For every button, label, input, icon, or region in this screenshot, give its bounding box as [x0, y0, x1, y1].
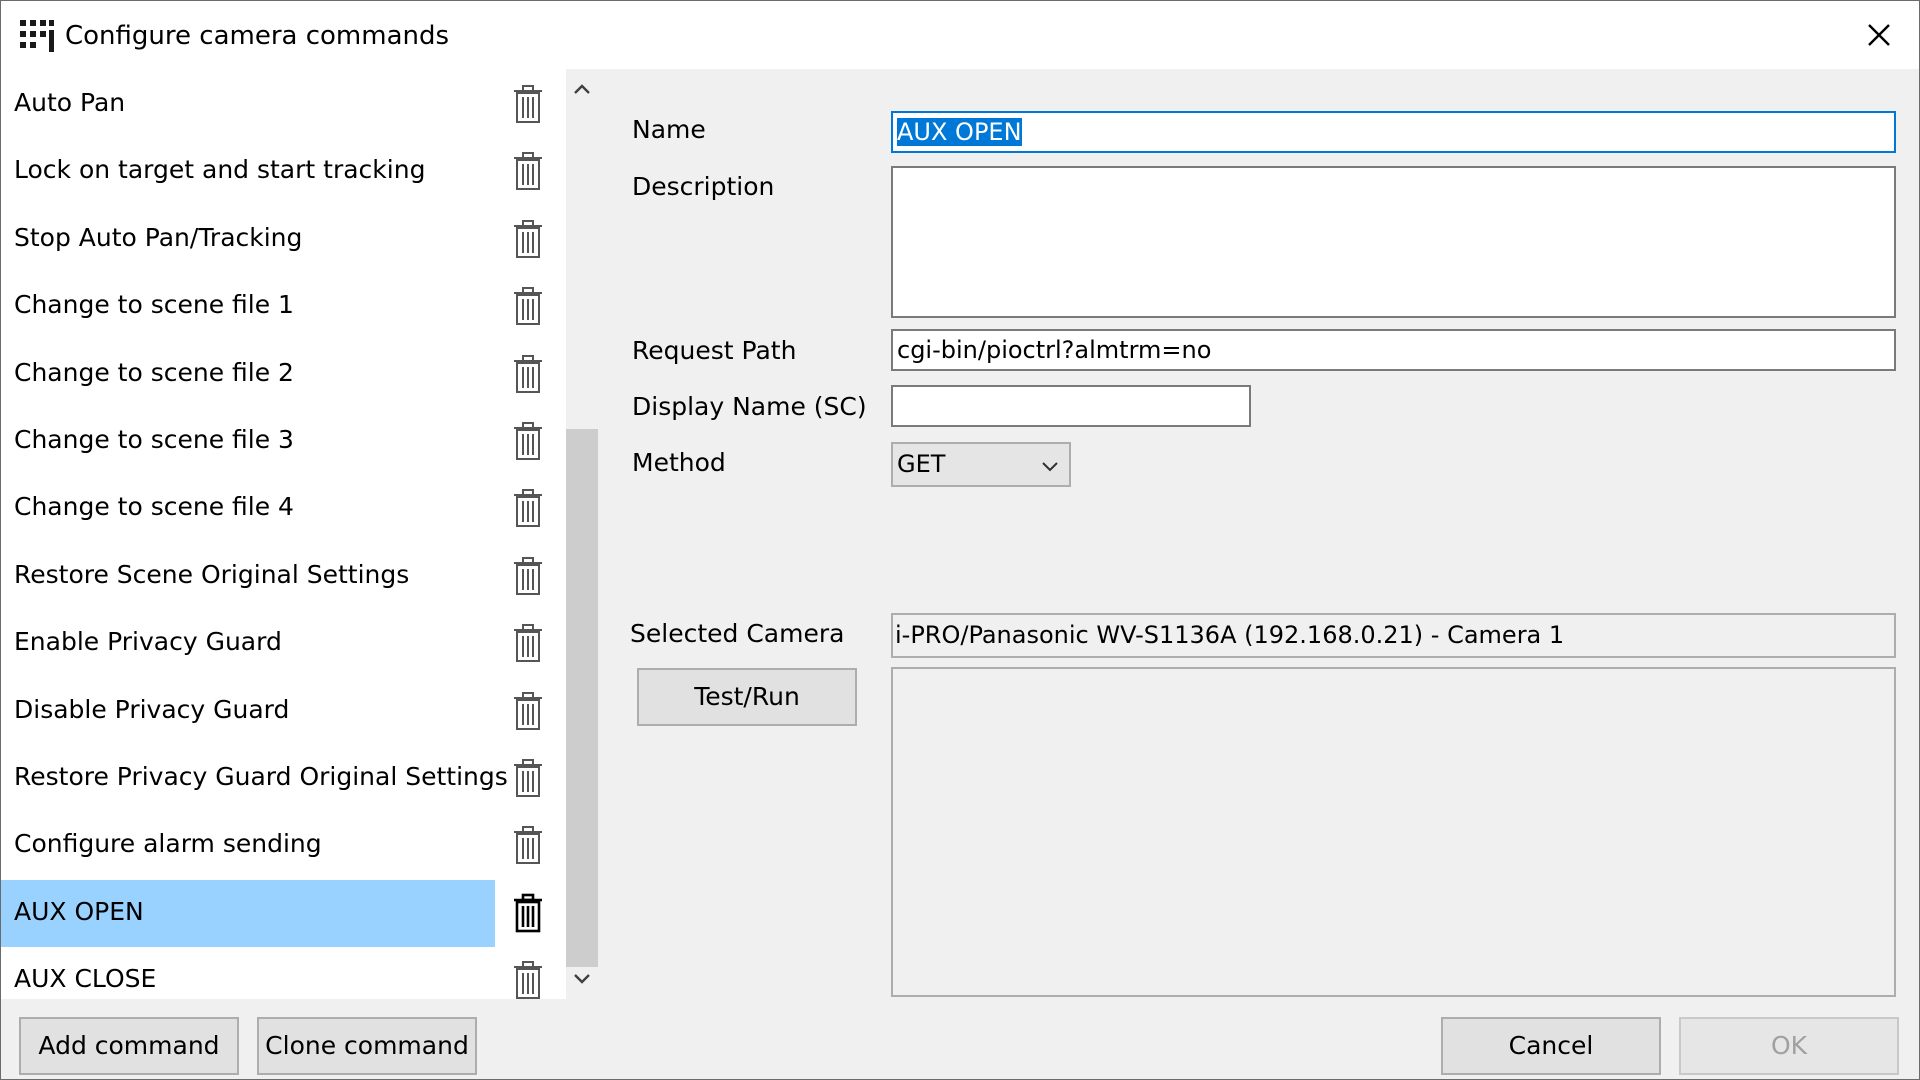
output-box: [891, 667, 1896, 997]
command-label: Configure alarm sending: [14, 829, 322, 858]
command-list-item[interactable]: Lock on target and start tracking: [1, 138, 495, 205]
command-list-scrollbar[interactable]: [566, 69, 598, 999]
command-label: Change to scene file 4: [14, 492, 294, 521]
command-list-item[interactable]: AUX OPEN: [1, 880, 495, 947]
command-label: Enable Privacy Guard: [14, 627, 282, 656]
command-list-item[interactable]: Restore Scene Original Settings: [1, 543, 495, 610]
command-list-item[interactable]: Change to scene file 3: [1, 408, 495, 475]
trash-icon[interactable]: [511, 824, 545, 866]
command-list: Auto Pan Lock on target and start trackin…: [1, 69, 566, 999]
trash-icon[interactable]: [511, 420, 545, 462]
command-label: Auto Pan: [14, 88, 126, 117]
trash-icon[interactable]: [511, 892, 545, 934]
command-list-item[interactable]: AUX CLOSE: [1, 947, 495, 1014]
command-list-item[interactable]: Change to scene file 1: [1, 273, 495, 340]
name-input-value: AUX OPEN: [897, 118, 1022, 146]
scroll-up-icon[interactable]: [570, 77, 594, 101]
trash-icon[interactable]: [511, 959, 545, 1001]
trash-icon[interactable]: [511, 622, 545, 664]
command-label: AUX CLOSE: [14, 964, 157, 993]
command-label: Stop Auto Pan/Tracking: [14, 223, 303, 252]
method-select[interactable]: GET: [891, 442, 1071, 487]
command-list-item[interactable]: Stop Auto Pan/Tracking: [1, 206, 495, 273]
trash-icon[interactable]: [511, 218, 545, 260]
name-label: Name: [632, 115, 706, 144]
trash-icon[interactable]: [511, 353, 545, 395]
command-label: Change to scene file 1: [14, 290, 294, 319]
command-label: Disable Privacy Guard: [14, 695, 290, 724]
method-select-value: GET: [897, 450, 946, 478]
command-label: Lock on target and start tracking: [14, 155, 426, 184]
selected-camera-label: Selected Camera: [630, 619, 845, 648]
trash-icon[interactable]: [511, 487, 545, 529]
title-bar: Configure camera commands: [1, 1, 1919, 69]
command-label: AUX OPEN: [14, 897, 144, 926]
close-icon[interactable]: [1861, 17, 1897, 53]
command-list-item[interactable]: Configure alarm sending: [1, 812, 495, 879]
description-textarea[interactable]: [891, 166, 1896, 318]
chevron-down-icon: [1042, 462, 1058, 472]
trash-icon[interactable]: [511, 757, 545, 799]
add-command-button[interactable]: Add command: [19, 1017, 239, 1075]
command-list-item[interactable]: Restore Privacy Guard Original Settings: [1, 745, 508, 812]
trash-icon[interactable]: [511, 555, 545, 597]
cancel-button[interactable]: Cancel: [1441, 1017, 1661, 1075]
trash-icon[interactable]: [511, 150, 545, 192]
command-list-item[interactable]: Enable Privacy Guard: [1, 610, 495, 677]
scroll-down-icon[interactable]: [570, 967, 594, 991]
display-name-input[interactable]: [891, 385, 1251, 427]
command-list-item[interactable]: Auto Pan: [1, 71, 495, 138]
dialog-window: Configure camera commands Auto Pan Lock o…: [0, 0, 1920, 1080]
command-label: Restore Privacy Guard Original Settings: [14, 762, 508, 791]
clone-command-button[interactable]: Clone command: [257, 1017, 477, 1075]
test-run-button[interactable]: Test/Run: [637, 668, 857, 726]
display-name-label: Display Name (SC): [632, 392, 867, 421]
trash-icon[interactable]: [511, 83, 545, 125]
description-label: Description: [632, 172, 775, 201]
command-label: Change to scene file 2: [14, 358, 294, 387]
request-path-label: Request Path: [632, 336, 797, 365]
method-label: Method: [632, 448, 726, 477]
request-path-input[interactable]: cgi-bin/pioctrl?almtrm=no: [891, 329, 1896, 371]
name-input[interactable]: AUX OPEN: [891, 111, 1896, 153]
command-list-item[interactable]: Disable Privacy Guard: [1, 678, 495, 745]
command-list-item[interactable]: Change to scene file 2: [1, 341, 495, 408]
app-grid-icon: [20, 20, 54, 52]
window-title: Configure camera commands: [65, 21, 450, 51]
trash-icon[interactable]: [511, 285, 545, 327]
ok-button[interactable]: OK: [1679, 1017, 1899, 1075]
command-label: Change to scene file 3: [14, 425, 294, 454]
command-list-item[interactable]: Change to scene file 4: [1, 475, 495, 542]
selected-camera-field: i-PRO/Panasonic WV-S1136A (192.168.0.21)…: [891, 613, 1896, 658]
trash-icon[interactable]: [511, 690, 545, 732]
scroll-thumb[interactable]: [566, 429, 598, 967]
command-label: Restore Scene Original Settings: [14, 560, 410, 589]
